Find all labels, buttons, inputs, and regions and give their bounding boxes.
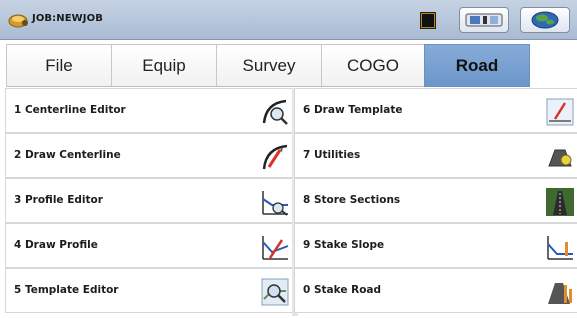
menu-item-label: 0 Stake Road [303, 284, 382, 296]
tab-file[interactable]: File [6, 44, 112, 87]
menu-item-label: 7 Utilities [303, 149, 361, 161]
instrument-icon [465, 13, 503, 27]
menu-item-draw-centerline[interactable]: 2 Draw Centerline [5, 133, 292, 178]
job-folder-icon [8, 14, 28, 28]
draw-profile-icon [262, 236, 289, 260]
centerline-editor-icon [262, 99, 288, 125]
menu-item-draw-profile[interactable]: 4 Draw Profile [5, 223, 292, 268]
battery-icon[interactable] [420, 12, 436, 29]
menu-item-label: 3 Profile Editor [14, 194, 103, 206]
tab-bar: File Equip Survey COGO Road [0, 44, 577, 88]
app-window: JOB:NEWJOB File Equip Survey COGO Road 1… [0, 0, 577, 318]
menu-item-label: 1 Centerline Editor [14, 104, 126, 116]
menu-item-profile-editor[interactable]: 3 Profile Editor [5, 178, 292, 223]
tab-road[interactable]: Road [424, 44, 530, 87]
stake-slope-icon [547, 236, 573, 260]
tab-survey[interactable]: Survey [216, 44, 322, 87]
globe-icon [531, 11, 559, 29]
title-bar: JOB:NEWJOB [0, 0, 577, 40]
menu-item-centerline-editor[interactable]: 1 Centerline Editor [5, 88, 292, 133]
menu-item-label: 2 Draw Centerline [14, 149, 121, 161]
stake-road-icon [548, 283, 572, 304]
menu-item-stake-road[interactable]: 0 Stake Road [294, 268, 577, 313]
store-sections-icon [546, 188, 574, 216]
road-menu-grid: 1 Centerline Editor 2 Draw Centerline 3 … [5, 88, 577, 316]
tab-cogo[interactable]: COGO [321, 44, 425, 87]
profile-editor-icon [262, 191, 288, 216]
menu-item-label: 4 Draw Profile [14, 239, 98, 251]
menu-item-label: 5 Template Editor [14, 284, 119, 296]
tab-equip[interactable]: Equip [111, 44, 217, 87]
menu-item-label: 6 Draw Template [303, 104, 403, 116]
template-editor-icon [261, 278, 289, 306]
menu-item-store-sections[interactable]: 8 Store Sections [294, 178, 577, 223]
utilities-icon [548, 149, 572, 167]
menu-item-label: 9 Stake Slope [303, 239, 385, 251]
instrument-button[interactable] [459, 7, 509, 33]
job-title: JOB:NEWJOB [32, 13, 103, 24]
menu-item-label: 8 Store Sections [303, 194, 401, 206]
menu-item-template-editor[interactable]: 5 Template Editor [5, 268, 292, 313]
draw-template-icon [546, 98, 574, 126]
menu-item-draw-template[interactable]: 6 Draw Template [294, 88, 577, 133]
menu-item-utilities[interactable]: 7 Utilities [294, 133, 577, 178]
draw-centerline-icon [262, 144, 288, 170]
menu-item-stake-slope[interactable]: 9 Stake Slope [294, 223, 577, 268]
map-view-button[interactable] [520, 7, 570, 33]
